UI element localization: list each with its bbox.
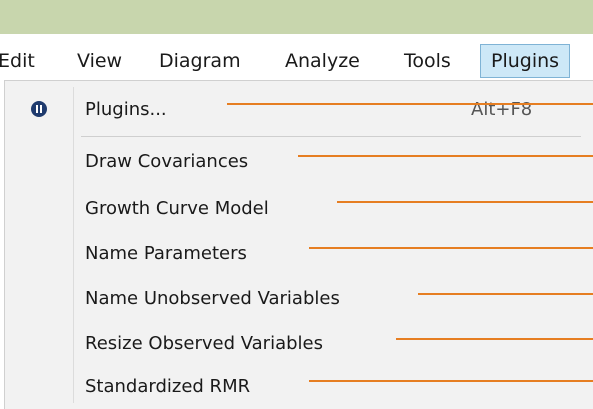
menu-item-growth-curve-model[interactable]: Growth Curve Model	[85, 192, 269, 226]
plugins-dropdown-menu: Plugins... Alt+F8 Draw Covariances Growt…	[4, 80, 593, 409]
callout-line-plugins	[227, 103, 593, 105]
icon-gutter-divider	[73, 87, 74, 403]
callout-line-name-unobserved-variables	[418, 293, 593, 295]
menu-analyze[interactable]: Analyze	[285, 44, 360, 78]
menu-separator	[81, 136, 581, 137]
menu-item-standardized-rmr[interactable]: Standardized RMR	[85, 370, 250, 404]
menu-plugins[interactable]: Plugins	[480, 44, 571, 78]
plugin-icon	[31, 101, 47, 117]
window-titlebar	[0, 0, 593, 34]
menu-item-plugins[interactable]: Plugins...	[85, 93, 167, 127]
callout-line-growth-curve-model	[337, 201, 593, 203]
menu-item-name-unobserved-variables[interactable]: Name Unobserved Variables	[85, 282, 340, 316]
menu-diagram[interactable]: Diagram	[159, 44, 241, 78]
callout-line-standardized-rmr	[309, 380, 593, 382]
screenshot-stage: Edit View Diagram Analyze Tools Plugins …	[0, 0, 593, 409]
menu-tools[interactable]: Tools	[404, 44, 451, 78]
menubar: Edit View Diagram Analyze Tools Plugins	[0, 44, 593, 80]
menu-item-name-parameters[interactable]: Name Parameters	[85, 237, 247, 271]
callout-line-draw-covariances	[298, 155, 593, 157]
menu-edit[interactable]: Edit	[0, 44, 35, 78]
menu-item-resize-observed-variables[interactable]: Resize Observed Variables	[85, 327, 323, 361]
shortcut-alt-f8: Alt+F8	[471, 99, 533, 120]
callout-line-resize-observed-variables	[396, 338, 593, 340]
menu-view[interactable]: View	[77, 44, 122, 78]
menu-item-draw-covariances[interactable]: Draw Covariances	[85, 145, 248, 179]
callout-line-name-parameters	[309, 247, 593, 249]
